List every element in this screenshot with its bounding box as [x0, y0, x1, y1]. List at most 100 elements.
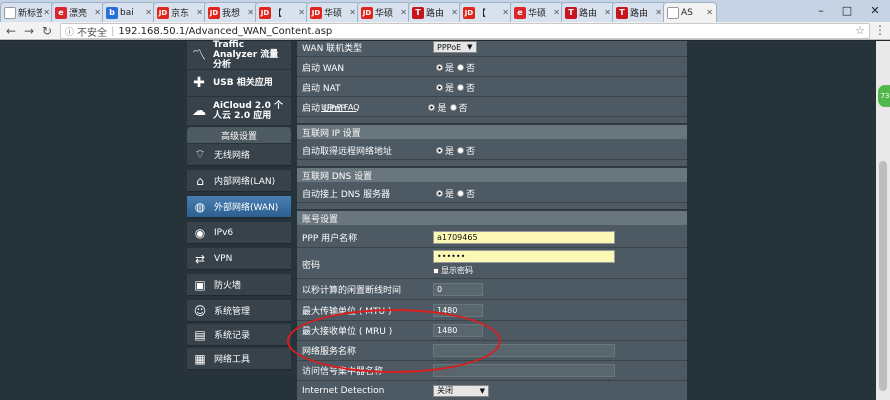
- sidebar: 〽 Traffic Analyzer 流量分析 ✚ USB 相关应用 ☁ AiC…: [187, 40, 291, 400]
- sidebar-item-administration[interactable]: ☺ 系统管理: [187, 300, 291, 322]
- sidebar-item-aicloud[interactable]: ☁ AiCloud 2.0 个人云 2.0 应用: [187, 97, 291, 125]
- tab-close-icon[interactable]: ✕: [502, 8, 509, 17]
- tab-close-icon[interactable]: ✕: [196, 8, 203, 17]
- side-badge[interactable]: 73: [878, 85, 890, 107]
- enable-nat-row: 启动 NAT 是 否: [297, 78, 687, 97]
- idle-time-label: 以秒计算的闲置断线时间: [302, 286, 402, 296]
- enable-wan-yes-radio[interactable]: [436, 63, 443, 71]
- show-password-checkbox[interactable]: [433, 267, 439, 274]
- reload-button[interactable]: ↻: [39, 23, 55, 39]
- browser-tab[interactable]: T 路由 ✕: [612, 2, 666, 22]
- tab-close-icon[interactable]: ✕: [145, 8, 152, 17]
- enable-nat-no-radio[interactable]: [457, 83, 465, 91]
- internet-detection-select[interactable]: 关闭 ▼: [433, 384, 489, 397]
- enable-wan-no-radio[interactable]: [457, 63, 465, 71]
- auto-ip-no-radio[interactable]: [457, 146, 465, 154]
- bookmark-star-icon[interactable]: ☆: [855, 24, 865, 37]
- minimize-button[interactable]: –: [808, 0, 834, 20]
- back-button[interactable]: ←: [3, 23, 19, 39]
- idle-time-row: 以秒计算的闲置断线时间 0: [297, 280, 687, 300]
- scrollbar-thumb[interactable]: [879, 161, 887, 391]
- tab-close-icon[interactable]: ✕: [247, 8, 254, 17]
- no-label: 否: [466, 189, 476, 200]
- ppp-user-row: PPP 用户名称 a1709465: [297, 227, 687, 248]
- sidebar-item-vpn[interactable]: ⇄ VPN: [187, 248, 291, 270]
- browser-tab[interactable]: T 路由 ✕: [408, 2, 462, 22]
- idle-time-input[interactable]: 0: [433, 283, 483, 296]
- menu-icon[interactable]: ⋮: [874, 23, 886, 37]
- tab-label: 华硕: [528, 9, 547, 19]
- browser-tab[interactable]: JD 华硕 ✕: [357, 2, 411, 22]
- tab-close-icon[interactable]: ✕: [43, 8, 50, 17]
- sidebar-item-label: 外部网络(WAN): [214, 203, 279, 213]
- account-settings-header: 账号设置: [297, 209, 687, 225]
- auto-ip-yes-radio[interactable]: [436, 146, 443, 154]
- wan-type-select[interactable]: PPPoE ▼: [433, 41, 477, 53]
- tab-favicon-icon: T: [616, 6, 628, 19]
- browser-tab[interactable]: JD 【 ✕: [255, 2, 309, 22]
- sidebar-item-wireless[interactable]: ⌔ 无线网络: [187, 144, 291, 166]
- sidebar-item-ipv6[interactable]: ◉ IPv6: [187, 222, 291, 244]
- sidebar-item-label: AiCloud 2.0 个人云 2.0 应用: [213, 101, 283, 121]
- show-password-label: 显示密码: [441, 266, 473, 275]
- tab-close-icon[interactable]: ✕: [655, 8, 662, 17]
- tab-close-icon[interactable]: ✕: [298, 8, 305, 17]
- tab-favicon-icon: JD: [310, 6, 322, 19]
- tab-strip: 新标签✕e漂亮✕bbai✕JD京东✕JD我想✕JD【✕JD华硕✕JD华硕✕T路由…: [0, 0, 890, 22]
- chevron-down-icon: ▼: [479, 386, 485, 395]
- tab-close-icon[interactable]: ✕: [553, 8, 560, 17]
- wan-type-row: WAN 联机类型 PPPoE ▼: [297, 38, 687, 57]
- tab-close-icon[interactable]: ✕: [94, 8, 101, 17]
- browser-tab[interactable]: AS ✕: [663, 2, 717, 22]
- browser-tab[interactable]: e 漂亮 ✕: [51, 2, 105, 22]
- forward-button[interactable]: →: [21, 23, 37, 39]
- auto-dns-yes-radio[interactable]: [436, 189, 443, 197]
- tab-favicon-icon: [667, 6, 679, 19]
- auto-dns-no-radio[interactable]: [457, 189, 465, 197]
- maximize-button[interactable]: □: [834, 0, 860, 20]
- enable-nat-yes-radio[interactable]: [436, 83, 443, 91]
- tab-close-icon[interactable]: ✕: [400, 8, 407, 17]
- browser-tab[interactable]: JD 京东 ✕: [153, 2, 207, 22]
- address-bar[interactable]: ⓘ 不安全 | 192.168.50.1/Advanced_WAN_Conten…: [60, 23, 870, 39]
- sidebar-item-lan[interactable]: ⌂ 内部网络(LAN): [187, 170, 291, 192]
- browser-tab[interactable]: JD 【 ✕: [459, 2, 513, 22]
- auto-dns-label: 自动接上 DNS 服务器: [302, 189, 391, 200]
- tab-label: 【: [477, 9, 487, 19]
- no-label: 否: [466, 146, 476, 157]
- tab-close-icon[interactable]: ✕: [349, 8, 356, 17]
- password-row: 密码 •••••• 显示密码: [297, 248, 687, 279]
- tools-icon: ▦: [194, 351, 206, 366]
- browser-tab[interactable]: b bai ✕: [102, 2, 156, 22]
- enable-wan-row: 启动 WAN 是 否: [297, 58, 687, 77]
- sidebar-item-traffic-analyzer[interactable]: 〽 Traffic Analyzer 流量分析: [187, 40, 291, 70]
- ppp-user-input[interactable]: a1709465: [433, 230, 615, 244]
- vpn-icon: ⇄: [194, 251, 206, 266]
- close-window-button[interactable]: ✕: [862, 0, 888, 20]
- auto-dns-row: 自动接上 DNS 服务器 是 否: [297, 184, 687, 203]
- password-input[interactable]: ••••••: [433, 250, 615, 263]
- enable-upnp-row: 启动 UPnP UPnP FAQ 是 否: [297, 98, 687, 117]
- red-annotation-ellipse: [287, 309, 501, 373]
- tab-close-icon[interactable]: ✕: [604, 8, 611, 17]
- tab-label: 漂亮: [69, 9, 88, 19]
- firewall-icon: ▣: [194, 277, 206, 292]
- sidebar-item-system-log[interactable]: ▤ 系统记录: [187, 324, 291, 346]
- sidebar-item-usb[interactable]: ✚ USB 相关应用: [187, 70, 291, 96]
- tab-close-icon[interactable]: ✕: [706, 8, 713, 17]
- wan-type-value: PPPoE: [437, 42, 462, 52]
- browser-tab[interactable]: T 路由 ✕: [561, 2, 615, 22]
- tab-close-icon[interactable]: ✕: [451, 8, 458, 17]
- home-icon: ⌂: [196, 173, 204, 188]
- browser-tab[interactable]: 新标签✕: [0, 2, 54, 22]
- browser-tab[interactable]: JD 我想 ✕: [204, 2, 258, 22]
- sidebar-item-network-tools[interactable]: ▦ 网络工具: [187, 348, 291, 370]
- enable-upnp-yes-radio[interactable]: [428, 103, 436, 111]
- browser-tab[interactable]: e 华硕 ✕: [510, 2, 564, 22]
- tab-label: 路由: [630, 9, 649, 19]
- browser-tab[interactable]: JD 华硕 ✕: [306, 2, 360, 22]
- sidebar-item-firewall[interactable]: ▣ 防火墙: [187, 274, 291, 296]
- upnp-faq-link[interactable]: UPnP FAQ: [321, 103, 359, 112]
- sidebar-item-wan[interactable]: ◍ 外部网络(WAN): [187, 196, 291, 218]
- enable-upnp-no-radio[interactable]: [449, 103, 457, 111]
